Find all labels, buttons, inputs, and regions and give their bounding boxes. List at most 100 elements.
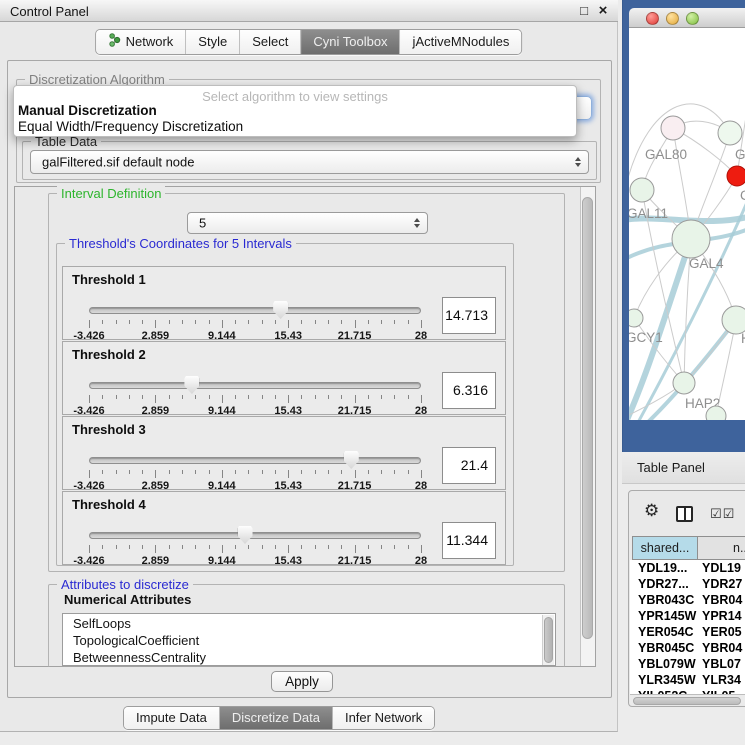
- gear-icon[interactable]: ⚙: [644, 501, 659, 521]
- algorithm-option-manual-discretization[interactable]: Manual Discretization: [18, 103, 157, 118]
- tick-mark: [408, 470, 409, 474]
- split-columns-icon[interactable]: [676, 506, 693, 522]
- tick-mark: [155, 395, 156, 403]
- table-row[interactable]: YBL079WYBL07: [630, 656, 745, 672]
- threshold-value-field[interactable]: 14.713: [442, 297, 496, 334]
- network-node[interactable]: [672, 220, 710, 258]
- table-row[interactable]: YER054CYER05: [630, 624, 745, 640]
- table-rows: YDL19...YDL19YDR27...YDR27YBR043CYBR04YP…: [630, 560, 745, 694]
- tick-mark: [169, 545, 170, 549]
- tick-mark: [209, 470, 210, 474]
- tick-mark: [195, 470, 196, 474]
- tick-mark: [142, 545, 143, 549]
- table-row[interactable]: YDR27...YDR27: [630, 576, 745, 592]
- network-node[interactable]: [673, 372, 695, 394]
- threshold-panel-4: Threshold 4-3.4262.8599.14415.4321.71528…: [62, 491, 506, 565]
- node-label: GAL4: [689, 256, 724, 271]
- numerical-attributes-list[interactable]: SelfLoops TopologicalCoefficient Betweenne…: [62, 613, 556, 666]
- network-node[interactable]: [630, 178, 654, 202]
- table-data-combobox[interactable]: galFiltered.sif default node: [30, 150, 589, 174]
- network-window-titlebar[interactable]: [629, 8, 745, 28]
- tick-mark: [209, 545, 210, 549]
- threshold-slider[interactable]: -3.4262.8599.14415.4321.71528: [89, 528, 421, 564]
- tab-label: Network: [126, 34, 174, 49]
- cell-shared-name: YER054C: [638, 625, 694, 639]
- tab-cyni-toolbox[interactable]: Cyni Toolbox: [301, 30, 400, 54]
- number-of-intervals-combobox[interactable]: 5: [187, 212, 428, 234]
- tick-mark: [341, 395, 342, 399]
- table-horizontal-scrollbar[interactable]: [630, 694, 745, 705]
- attributes-list-scrollbar[interactable]: [542, 615, 554, 666]
- tick-mark: [262, 320, 263, 324]
- slider-thumb[interactable]: [344, 451, 359, 469]
- table-row[interactable]: YBR043CYBR04: [630, 592, 745, 608]
- scrollbar-thumb[interactable]: [582, 197, 593, 639]
- network-node-highlighted[interactable]: [727, 166, 745, 186]
- scrollbar-thumb[interactable]: [544, 617, 553, 663]
- tab-jactivemnodules[interactable]: jActiveMNodules: [401, 30, 522, 54]
- tab-style[interactable]: Style: [186, 30, 240, 54]
- numerical-attribute-item[interactable]: TopologicalCoefficient: [73, 633, 199, 648]
- slider-thumb[interactable]: [238, 526, 253, 544]
- cell-name: YDL19: [702, 561, 741, 575]
- slider-thumb[interactable]: [184, 376, 199, 394]
- tick-mark: [394, 395, 395, 399]
- tick-mark: [301, 320, 302, 324]
- tick-mark: [368, 545, 369, 549]
- apply-button[interactable]: Apply: [271, 671, 333, 692]
- bottom-tab-impute-data[interactable]: Impute Data: [124, 707, 220, 729]
- column-header-shared-name[interactable]: shared...: [632, 536, 698, 560]
- number-of-intervals-value: 5: [199, 216, 206, 231]
- bottom-tab-infer-network[interactable]: Infer Network: [333, 707, 434, 729]
- threshold-value-field[interactable]: 6.316: [442, 372, 496, 409]
- tick-mark: [116, 545, 117, 549]
- network-node[interactable]: [661, 116, 685, 140]
- scrollbar-thumb[interactable]: [633, 697, 741, 705]
- threshold-slider[interactable]: -3.4262.8599.14415.4321.71528: [89, 453, 421, 489]
- slider-thumb[interactable]: [273, 301, 288, 319]
- screen: Control Panel □ × Network Style Select Cyni…: [0, 0, 745, 745]
- threshold-panel-3: Threshold 3-3.4262.8599.14415.4321.71528…: [62, 416, 506, 490]
- threshold-slider[interactable]: -3.4262.8599.14415.4321.71528: [89, 303, 421, 339]
- close-icon[interactable]: ×: [596, 2, 610, 19]
- tab-label: Style: [198, 34, 227, 49]
- table-row[interactable]: YLR345WYLR34: [630, 672, 745, 688]
- network-node[interactable]: [718, 121, 742, 145]
- numerical-attribute-item[interactable]: SelfLoops: [73, 616, 131, 631]
- threshold-value-field[interactable]: 11.344: [442, 522, 496, 559]
- tick-mark: [129, 545, 130, 549]
- algorithm-option-equal-width-frequency-discretization[interactable]: Equal Width/Frequency Discretization: [18, 119, 243, 134]
- table-row[interactable]: YPR145WYPR14: [630, 608, 745, 624]
- control-panel-titlebar[interactable]: Control Panel □ ×: [0, 0, 618, 22]
- cell-name: YBL07: [702, 657, 741, 671]
- tab-label: Cyni Toolbox: [313, 34, 387, 49]
- tick-label: -3.426: [73, 555, 104, 567]
- column-header-name[interactable]: n...: [697, 536, 745, 560]
- tick-mark: [235, 470, 236, 474]
- network-node[interactable]: [629, 309, 643, 327]
- table-panel-titlebar[interactable]: Table Panel: [622, 452, 745, 484]
- tick-mark: [381, 470, 382, 474]
- threshold-value-field[interactable]: 21.4: [442, 447, 496, 484]
- tab-select[interactable]: Select: [240, 30, 301, 54]
- tick-mark: [262, 470, 263, 474]
- network-canvas[interactable]: GAL80GACGAL11GAL4GCY1HHAP2: [629, 28, 745, 420]
- network-node[interactable]: [722, 306, 745, 334]
- threshold-slider[interactable]: -3.4262.8599.14415.4321.71528: [89, 378, 421, 414]
- mac-minimize-icon[interactable]: [666, 12, 679, 25]
- table-row[interactable]: YBR045CYBR04: [630, 640, 745, 656]
- table-row[interactable]: YDL19...YDL19: [630, 560, 745, 576]
- tab-label: Select: [252, 34, 288, 49]
- float-window-icon[interactable]: □: [577, 3, 591, 18]
- tick-mark: [248, 545, 249, 549]
- mac-close-icon[interactable]: [646, 12, 659, 25]
- numerical-attribute-item[interactable]: BetweennessCentrality: [73, 650, 206, 665]
- tick-mark: [328, 320, 329, 324]
- tab-network[interactable]: Network: [96, 30, 187, 54]
- bottom-tab-discretize-data[interactable]: Discretize Data: [220, 707, 333, 729]
- tick-mark: [222, 470, 223, 478]
- select-columns-checkboxes-icon[interactable]: ☑☑: [710, 506, 735, 522]
- mac-zoom-icon[interactable]: [686, 12, 699, 25]
- slider-track: [89, 307, 421, 314]
- tick-mark: [394, 320, 395, 324]
